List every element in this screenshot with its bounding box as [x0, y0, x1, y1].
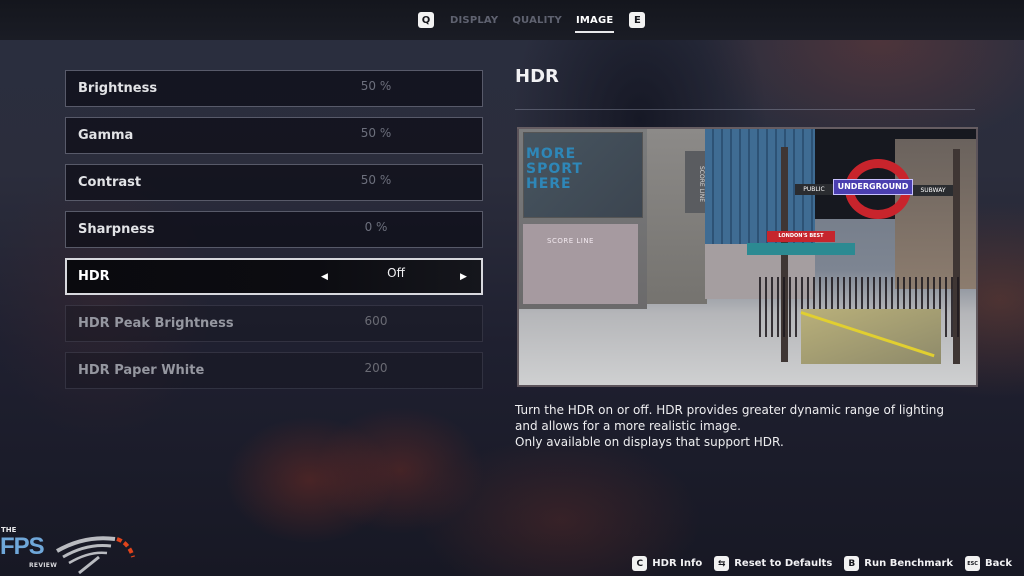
setting-value: 50 % — [360, 79, 392, 93]
hint-label: HDR Info — [652, 558, 703, 569]
shop-sign: SCORE LINE — [547, 237, 594, 245]
setting-gamma[interactable]: Gamma 50 % — [65, 117, 483, 154]
setting-label: HDR — [78, 269, 110, 284]
billboard-text: MORE — [526, 146, 577, 162]
setting-label: Gamma — [78, 128, 134, 143]
setting-label: Brightness — [78, 81, 158, 96]
setting-value: 50 % — [360, 173, 392, 187]
settings-tabs: Q DISPLAY QUALITY IMAGE E — [418, 12, 646, 33]
arrow-left-icon[interactable]: ◀ — [321, 272, 328, 282]
tab-quality[interactable]: QUALITY — [512, 15, 562, 26]
back-button[interactable]: ESC Back — [965, 556, 1012, 571]
tab-display[interactable]: DISPLAY — [450, 15, 498, 26]
detail-divider — [515, 109, 975, 110]
public-sign: PUBLIC — [795, 184, 833, 195]
setting-value: 200 — [364, 361, 388, 375]
reset-defaults-button[interactable]: ⇆ Reset to Defaults — [714, 556, 832, 571]
b-key-icon: B — [844, 556, 860, 571]
setting-label: Sharpness — [78, 222, 155, 237]
setting-sharpness[interactable]: Sharpness 0 % — [65, 211, 483, 248]
shop-front — [523, 224, 638, 304]
underground-sign: UNDERGROUND — [833, 179, 913, 195]
arrow-right-icon[interactable]: ▶ — [460, 272, 467, 282]
preview-image: MORE SPORT HERE SCORE LINE SCORE LINE UN… — [517, 127, 978, 387]
station-canopy — [747, 243, 855, 255]
setting-contrast[interactable]: Contrast 50 % — [65, 164, 483, 201]
speedometer-icon — [56, 536, 135, 575]
detail-description: Turn the HDR on or off. HDR provides gre… — [515, 402, 985, 450]
setting-hdr[interactable]: HDR ◀ Off ▶ — [65, 258, 483, 295]
hint-label: Back — [985, 558, 1012, 569]
billboard-text: HERE — [526, 176, 572, 192]
hdr-info-button[interactable]: C HDR Info — [632, 556, 702, 571]
setting-label: HDR Peak Brightness — [78, 316, 234, 331]
tab-image[interactable]: IMAGE — [574, 15, 615, 33]
e-key-icon[interactable]: E — [629, 12, 646, 28]
setting-label: Contrast — [78, 175, 142, 190]
description-line: Turn the HDR on or off. HDR provides gre… — [515, 403, 945, 417]
billboard-text: SPORT — [526, 161, 583, 177]
setting-label: HDR Paper White — [78, 363, 205, 378]
top-bar: Q DISPLAY QUALITY IMAGE E — [0, 0, 1024, 40]
fps-review-watermark: THE FPS REVIEW — [0, 525, 140, 576]
hint-label: Run Benchmark — [864, 558, 954, 569]
esc-key-icon: ESC — [965, 556, 981, 571]
description-line: Only available on displays that support … — [515, 435, 784, 449]
hint-label: Reset to Defaults — [734, 558, 833, 569]
c-key-icon: C — [632, 556, 648, 571]
building-right — [895, 139, 976, 289]
description-line: and allows for a more realistic image. — [515, 419, 741, 433]
run-benchmark-button[interactable]: B Run Benchmark — [844, 556, 953, 571]
setting-value: 600 — [364, 314, 388, 328]
setting-value: 50 % — [360, 126, 392, 140]
setting-value: Off — [387, 266, 405, 280]
q-key-icon[interactable]: Q — [418, 12, 434, 28]
reset-key-icon: ⇆ — [714, 556, 730, 571]
logo-review: REVIEW — [29, 562, 58, 569]
subway-sign: SUBWAY — [913, 185, 953, 196]
billboard: MORE SPORT HERE — [523, 132, 643, 218]
footer-hints: C HDR Info ⇆ Reset to Defaults B Run Ben… — [620, 556, 1012, 571]
banner-sign: LONDON'S BEST — [767, 231, 835, 242]
detail-title: HDR — [515, 66, 559, 87]
setting-value: 0 % — [364, 220, 388, 234]
detail-panel: HDR — [515, 66, 975, 87]
setting-brightness[interactable]: Brightness 50 % — [65, 70, 483, 107]
setting-hdr-paper-white: HDR Paper White 200 — [65, 352, 483, 389]
settings-list: Brightness 50 % Gamma 50 % Contrast 50 %… — [65, 70, 483, 399]
logo-fps: FPS — [0, 533, 45, 560]
setting-hdr-peak-brightness: HDR Peak Brightness 600 — [65, 305, 483, 342]
vertical-sign: SCORE LINE — [685, 151, 705, 213]
